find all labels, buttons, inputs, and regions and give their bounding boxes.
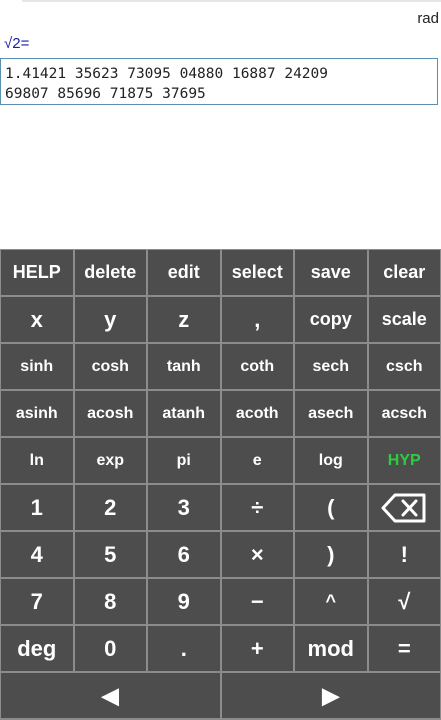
cursor-left-key[interactable]: ◀ [1, 673, 220, 718]
atanh-key[interactable]: atanh [148, 391, 220, 436]
copy-key[interactable]: copy [295, 297, 367, 342]
equals-key[interactable]: = [368, 626, 440, 671]
digit-1-key[interactable]: 1 [1, 485, 73, 530]
backspace-icon [381, 493, 427, 523]
sqrt-key[interactable]: √ [368, 579, 440, 624]
angle-mode-indicator[interactable]: rad [417, 10, 439, 27]
result-line-2: 69807 85696 71875 37695 [5, 86, 206, 102]
log-key[interactable]: log [295, 438, 367, 483]
csch-key[interactable]: csch [368, 344, 440, 389]
factorial-key[interactable]: ! [368, 532, 440, 577]
comma-key[interactable]: , [221, 297, 293, 342]
e-key[interactable]: e [221, 438, 293, 483]
tanh-key[interactable]: tanh [148, 344, 220, 389]
scale-key[interactable]: scale [368, 297, 440, 342]
sinh-key[interactable]: sinh [1, 344, 73, 389]
close-paren-key[interactable]: ) [295, 532, 367, 577]
z-key[interactable]: z [148, 297, 220, 342]
minus-key[interactable]: − [221, 579, 293, 624]
asinh-key[interactable]: asinh [1, 391, 73, 436]
power-key[interactable]: ^ [295, 579, 367, 624]
divide-key[interactable]: ÷ [221, 485, 293, 530]
digit-4-key[interactable]: 4 [1, 532, 73, 577]
help-key[interactable]: HELP [1, 250, 73, 295]
sech-key[interactable]: sech [295, 344, 367, 389]
expression-display: √2= [4, 35, 30, 52]
select-key[interactable]: select [221, 250, 293, 295]
edit-key[interactable]: edit [148, 250, 220, 295]
x-key[interactable]: x [1, 297, 73, 342]
y-key[interactable]: y [74, 297, 146, 342]
cursor-right-key[interactable]: ▶ [221, 673, 440, 718]
top-divider [22, 0, 441, 2]
deg-key[interactable]: deg [1, 626, 73, 671]
delete-key[interactable]: delete [74, 250, 146, 295]
multiply-key[interactable]: × [221, 532, 293, 577]
mod-key[interactable]: mod [295, 626, 367, 671]
exp-key[interactable]: exp [74, 438, 146, 483]
keypad: HELP delete edit select save clear x y z… [0, 249, 441, 720]
result-line-1: 1.41421 35623 73095 04880 16887 24209 [5, 66, 329, 82]
digit-8-key[interactable]: 8 [74, 579, 146, 624]
acosh-key[interactable]: acosh [74, 391, 146, 436]
digit-6-key[interactable]: 6 [148, 532, 220, 577]
digit-7-key[interactable]: 7 [1, 579, 73, 624]
cosh-key[interactable]: cosh [74, 344, 146, 389]
acoth-key[interactable]: acoth [221, 391, 293, 436]
ln-key[interactable]: ln [1, 438, 73, 483]
open-paren-key[interactable]: ( [295, 485, 367, 530]
result-display[interactable]: 1.41421 35623 73095 04880 16887 24209 69… [0, 58, 438, 105]
coth-key[interactable]: coth [221, 344, 293, 389]
decimal-point-key[interactable]: . [148, 626, 220, 671]
digit-9-key[interactable]: 9 [148, 579, 220, 624]
left-arrow-icon: ◀ [101, 682, 119, 708]
digit-3-key[interactable]: 3 [148, 485, 220, 530]
acsch-key[interactable]: acsch [368, 391, 440, 436]
backspace-key[interactable] [368, 485, 440, 530]
asech-key[interactable]: asech [295, 391, 367, 436]
plus-key[interactable]: + [221, 626, 293, 671]
digit-2-key[interactable]: 2 [74, 485, 146, 530]
save-key[interactable]: save [295, 250, 367, 295]
pi-key[interactable]: pi [148, 438, 220, 483]
hyp-toggle-key[interactable]: HYP [368, 438, 440, 483]
clear-key[interactable]: clear [368, 250, 440, 295]
digit-0-key[interactable]: 0 [74, 626, 146, 671]
digit-5-key[interactable]: 5 [74, 532, 146, 577]
right-arrow-icon: ▶ [322, 682, 340, 708]
